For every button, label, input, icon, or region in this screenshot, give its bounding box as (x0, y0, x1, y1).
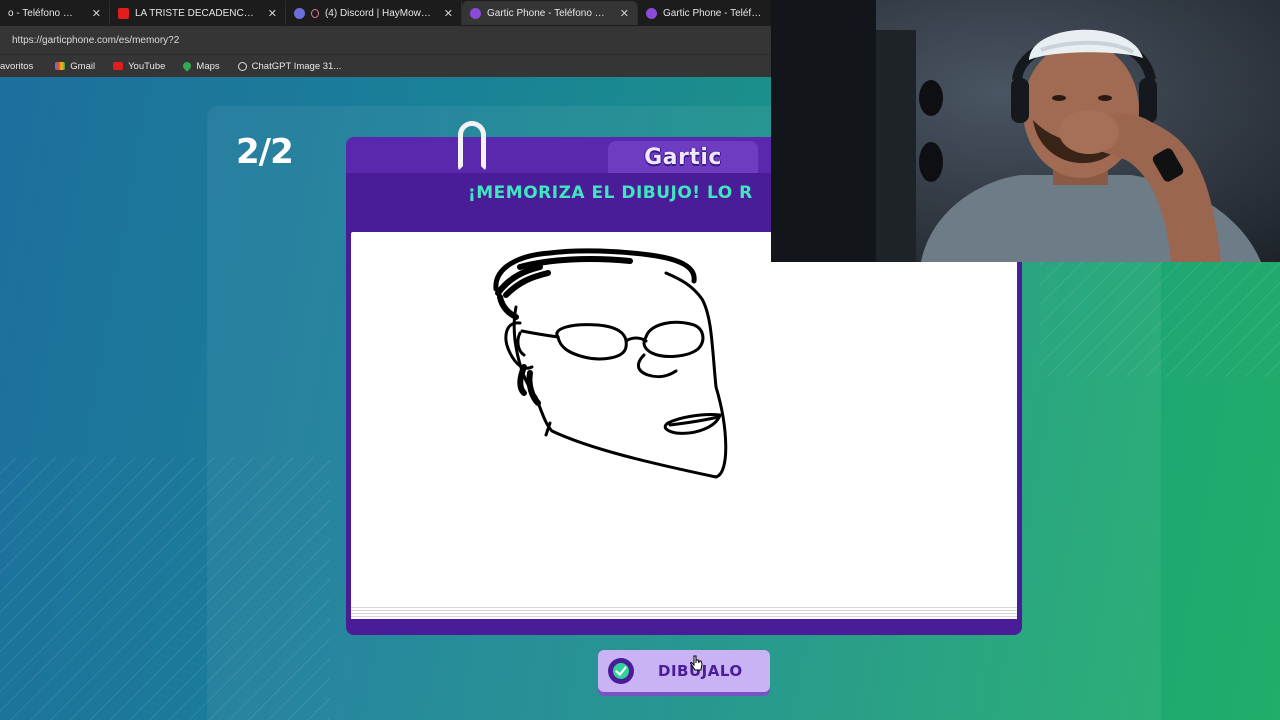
gartic-icon (646, 7, 657, 19)
gartic-icon (470, 7, 481, 19)
bookmark-label: avoritos (0, 60, 34, 72)
tab-label: o - Teléfono Descomp (8, 7, 80, 19)
bookmark-label: Maps (196, 60, 220, 72)
recording-icon (311, 8, 319, 18)
webcam-overlay (771, 0, 1280, 262)
draw-it-button[interactable]: DIBÚJALO (598, 650, 770, 692)
bookmark-label: Gmail (70, 60, 96, 72)
tab-label: (4) Discord | HayMower, sop (324, 7, 432, 19)
notebook-ring-icon (458, 121, 486, 171)
browser-tab[interactable]: o - Teléfono Descomp ✕ (0, 1, 110, 25)
round-counter: 2/2 (236, 132, 294, 172)
tab-label: LA TRISTE DECADENCIA DE KICK (135, 7, 256, 19)
memorized-drawing (493, 248, 728, 479)
gmail-icon (55, 62, 66, 70)
bookmarks-bar: avoritos Gmail YouTube Maps ChatGPT Imag… (0, 54, 771, 77)
browser-tab[interactable]: LA TRISTE DECADENCIA DE KICK ✕ (110, 1, 286, 25)
browser-tab[interactable]: Gartic Phone - Teléfono De (638, 1, 771, 25)
gartic-logo: Gartic (644, 144, 722, 170)
hand-cursor-icon (690, 655, 703, 671)
bookmark-chatgpt-image[interactable]: ChatGPT Image 31... (237, 60, 342, 72)
bookmark-youtube[interactable]: YouTube (113, 61, 165, 72)
browser-tab[interactable]: (4) Discord | HayMower, sop ✕ (286, 1, 462, 25)
tab-label: Gartic Phone - Teléfono De (663, 7, 763, 19)
bookmark-label: YouTube (128, 60, 166, 72)
instruction-text: ¡MEMORIZA EL DIBUJO! LO R (468, 183, 753, 203)
url-text[interactable]: https://garticphone.com/es/memory?2 (0, 35, 179, 46)
close-icon[interactable]: ✕ (620, 7, 629, 20)
bookmark-label: ChatGPT Image 31... (251, 60, 342, 72)
logo-tab: Gartic (608, 141, 758, 173)
discord-icon (294, 7, 305, 19)
tab-label: Gartic Phone - Teléfono Descomp (487, 7, 608, 19)
close-icon[interactable]: ✕ (268, 7, 277, 20)
globe-icon (237, 61, 247, 71)
checkmark-icon (608, 658, 634, 684)
paper-edge (351, 605, 1017, 619)
webcam-feed (771, 0, 1280, 262)
youtube-icon (118, 7, 129, 19)
bookmark-gmail[interactable]: Gmail (55, 61, 95, 72)
close-icon[interactable]: ✕ (444, 7, 453, 20)
youtube-icon (113, 62, 124, 70)
browser-tab-active[interactable]: Gartic Phone - Teléfono Descomp ✕ (462, 1, 638, 25)
bookmark-favorites[interactable]: avoritos (0, 61, 33, 72)
close-icon[interactable]: ✕ (92, 7, 101, 20)
tab-strip: o - Teléfono Descomp ✕ LA TRISTE DECADEN… (0, 0, 771, 26)
maps-icon (181, 60, 194, 72)
address-bar[interactable]: https://garticphone.com/es/memory?2 (0, 26, 771, 54)
bookmark-maps[interactable]: Maps (181, 60, 220, 72)
